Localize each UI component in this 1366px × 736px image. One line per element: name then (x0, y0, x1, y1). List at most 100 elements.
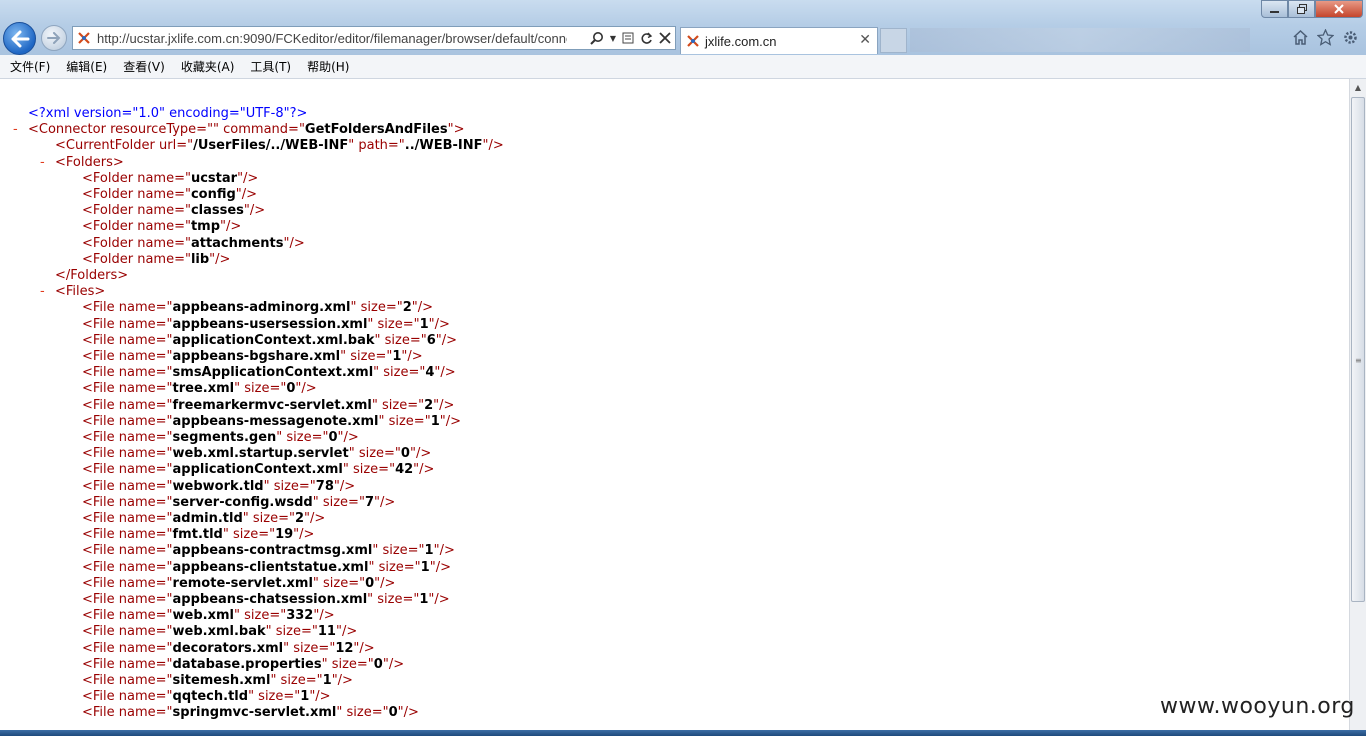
xml-attribute-value: freemarkermvc-servlet.xml (172, 397, 372, 413)
xml-attribute-name: " size=" (234, 381, 287, 397)
xml-file-entry: <File name="decorators.xml" size="12"/> (82, 641, 375, 657)
address-bar[interactable]: http://ucstar.jxlife.com.cn:9090/FCKedit… (72, 26, 676, 50)
xml-tag-end: /> (299, 527, 315, 543)
menu-tools[interactable]: 工具(T) (250, 58, 291, 75)
xml-file-entry: <File name="appbeans-bgshare.xml" size="… (82, 349, 423, 365)
xml-tag-name: <Folder (82, 203, 134, 219)
refresh-icon[interactable] (640, 32, 653, 45)
xml-tag-name: <File (82, 430, 115, 445)
scroll-thumb[interactable]: ≡ (1351, 97, 1365, 602)
menu-edit[interactable]: 编辑(E) (66, 58, 107, 75)
xml-file-entry: <File name="applicationContext.xml" size… (82, 462, 434, 478)
forward-button[interactable] (41, 25, 67, 51)
xml-attribute-value: server-config.wsdd (172, 494, 313, 510)
xml-attribute-name: name=" (114, 430, 173, 445)
xml-file-entry: <File name="appbeans-chatsession.xml" si… (82, 592, 450, 608)
xml-attribute-value: appbeans-adminorg.xml (172, 300, 351, 316)
xml-tag-end: /> (439, 397, 455, 413)
xml-attribute-value: remote-servlet.xml (172, 575, 313, 591)
xml-attribute-name: " size=" (312, 575, 366, 591)
search-icon[interactable] (590, 31, 604, 45)
xml-attribute-name: " size=" (367, 316, 420, 332)
vertical-scrollbar[interactable]: ▲ ≡ (1349, 79, 1366, 730)
xml-attribute-name: name=" (114, 316, 173, 332)
xml-attribute-name: name=" (114, 494, 173, 510)
xml-tag-name: <File (82, 316, 115, 332)
xml-file-entry: <File name="appbeans-clientstatue.xml" s… (82, 560, 451, 576)
dropdown-arrow-icon[interactable]: ▼ (610, 34, 616, 43)
xml-attribute-value: 2 (402, 300, 412, 316)
xml-file-entry: <File name="fmt.tld" size="19"/> (82, 527, 314, 543)
restore-button[interactable] (1288, 0, 1315, 18)
xml-document: <?xml version="1.0" encoding="UTF-8"?> - <… (0, 79, 1349, 730)
xml-attribute-value: classes (190, 203, 244, 219)
xml-attribute-name: name=" (114, 462, 173, 478)
xml-tag-name: <File (82, 705, 115, 721)
xml-attribute-name: command=" (219, 122, 305, 138)
xml-tag-name: <File (82, 397, 115, 413)
gear-icon[interactable] (1342, 29, 1359, 46)
menu-help[interactable]: 帮助(H) (307, 58, 349, 75)
url-text[interactable]: http://ucstar.jxlife.com.cn:9090/FCKedit… (97, 31, 567, 46)
menu-view[interactable]: 查看(V) (123, 58, 165, 75)
xml-attribute-name: name=" (114, 543, 173, 559)
xml-attribute-name: name=" (133, 235, 191, 251)
grip-icon: ≡ (1355, 356, 1362, 365)
xml-tag-end: /> (415, 446, 432, 462)
new-tab-button[interactable] (880, 28, 907, 53)
xml-attribute-name: name=" (114, 478, 173, 494)
xml-attribute-name: " size=" (263, 478, 316, 494)
minimize-button[interactable] (1261, 0, 1288, 18)
xml-tag-end: /> (417, 300, 434, 316)
xml-attribute-name: name=" (114, 656, 173, 672)
xml-attribute-value: web.xml (172, 608, 234, 624)
menu-favorites[interactable]: 收藏夹(A) (181, 58, 235, 75)
xml-attribute-value: tmp (190, 219, 221, 235)
compatibility-view-icon[interactable] (622, 31, 634, 45)
tab-jxlife[interactable]: jxlife.com.cn ✕ (680, 27, 878, 54)
scroll-up-arrow-icon[interactable]: ▲ (1350, 79, 1366, 96)
home-icon[interactable] (1292, 29, 1309, 46)
menu-file[interactable]: 文件(F) (10, 58, 50, 75)
xml-attribute-name: name=" (114, 689, 173, 705)
xml-tag-name: </Folders> (55, 268, 129, 283)
xml-folder-entry: <Folder name="ucstar"/> (82, 171, 258, 187)
xml-attribute-name: " size=" (342, 462, 396, 478)
xml-tag-name: <Connector (28, 122, 106, 138)
xml-attribute-value: 6 (426, 332, 436, 348)
xml-file-entry: <File name="appbeans-messagenote.xml" si… (82, 414, 461, 430)
xml-tag-name: <File (82, 349, 115, 364)
xml-attribute-value: 0 (328, 430, 338, 445)
xml-attribute-value: 0 (365, 575, 375, 591)
xml-attribute-name: name=" (114, 381, 173, 397)
collapse-toggle-icon[interactable]: - (13, 122, 18, 138)
xml-tag-name: <Folders> (55, 154, 124, 170)
favorites-star-icon[interactable] (1317, 29, 1334, 46)
xml-attribute-name: name=" (133, 187, 191, 202)
xml-tag-end: /> (249, 203, 266, 219)
xml-tag-name: <File (82, 446, 115, 462)
xml-tag-end: /> (380, 575, 396, 591)
xml-declaration: <?xml version="1.0" encoding="UTF-8"?> (28, 106, 307, 122)
tab-close-icon[interactable]: ✕ (859, 32, 871, 48)
xml-attribute-value: tree.xml (172, 381, 235, 397)
xml-attribute-name: name=" (114, 332, 173, 348)
xml-tag-name: <File (82, 575, 115, 591)
xml-file-entry: <File name="webwork.tld" size="78"/> (82, 479, 355, 495)
xml-file-entry: <File name="qqtech.tld" size="1"/> (82, 689, 331, 705)
xml-attribute-value: 1 (322, 673, 332, 688)
stop-icon[interactable] (659, 32, 671, 44)
xml-tag-name: <File (82, 592, 115, 607)
xml-attribute-value: 1 (419, 316, 429, 332)
collapse-toggle-icon[interactable]: - (40, 155, 45, 171)
xml-tag-name: <File (82, 656, 115, 672)
xml-attribute-name: " size=" (378, 413, 431, 429)
collapse-toggle-icon[interactable]: - (40, 284, 45, 300)
xml-attribute-value: admin.tld (172, 511, 243, 526)
xml-tag-name: <File (82, 365, 115, 381)
window-close-button[interactable] (1315, 0, 1363, 18)
xml-folder-entry: <Folder name="config"/> (82, 187, 257, 203)
xml-attribute-value: 1 (300, 689, 310, 705)
back-button[interactable] (3, 22, 36, 55)
xml-file-entry: <File name="database.properties" size="0… (82, 657, 404, 673)
